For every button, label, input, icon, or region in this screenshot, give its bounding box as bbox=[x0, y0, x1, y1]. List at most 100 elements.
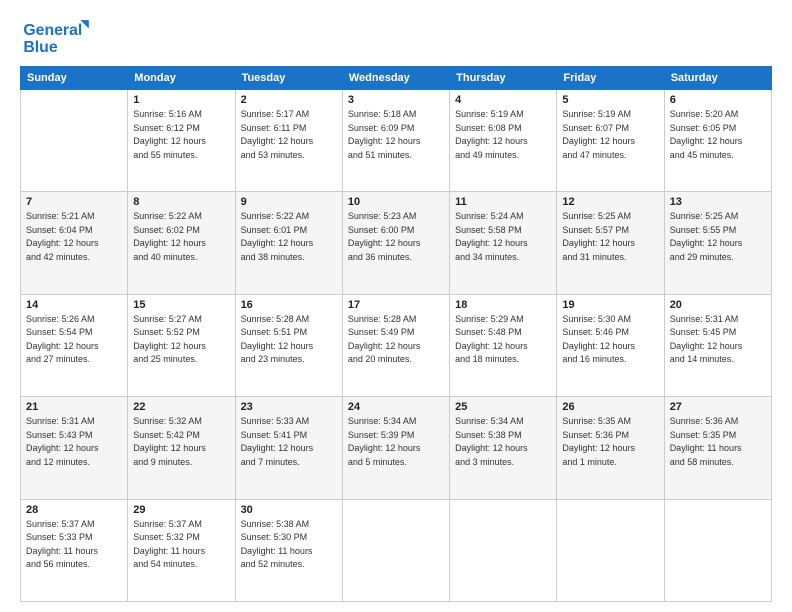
day-number: 9 bbox=[241, 196, 337, 208]
svg-text:General: General bbox=[23, 22, 82, 39]
day-number: 21 bbox=[26, 401, 122, 413]
day-info: Sunrise: 5:32 AM Sunset: 5:42 PM Dayligh… bbox=[133, 415, 229, 469]
day-info: Sunrise: 5:37 AM Sunset: 5:32 PM Dayligh… bbox=[133, 518, 229, 572]
calendar-cell: 30 Sunrise: 5:38 AM Sunset: 5:30 PM Dayli… bbox=[235, 499, 342, 601]
day-info: Sunrise: 5:20 AM Sunset: 6:05 PM Dayligh… bbox=[670, 108, 766, 162]
weekday-header-cell: Tuesday bbox=[235, 67, 342, 90]
day-number: 13 bbox=[670, 196, 766, 208]
day-info: Sunrise: 5:31 AM Sunset: 5:45 PM Dayligh… bbox=[670, 313, 766, 367]
weekday-header-row: SundayMondayTuesdayWednesdayThursdayFrid… bbox=[21, 67, 772, 90]
day-number: 25 bbox=[455, 401, 551, 413]
calendar-cell: 29 Sunrise: 5:37 AM Sunset: 5:32 PM Dayli… bbox=[128, 499, 235, 601]
calendar-cell: 12 Sunrise: 5:25 AM Sunset: 5:57 PM Dayli… bbox=[557, 192, 664, 294]
calendar-cell: 14Sunrise: 5:26 AM Sunset: 5:54 PM Dayli… bbox=[21, 294, 128, 396]
calendar-week-row: 21 Sunrise: 5:31 AM Sunset: 5:43 PM Dayli… bbox=[21, 397, 772, 499]
calendar-cell bbox=[557, 499, 664, 601]
day-info: Sunrise: 5:35 AM Sunset: 5:36 PM Dayligh… bbox=[562, 415, 658, 469]
day-info: Sunrise: 5:24 AM Sunset: 5:58 PM Dayligh… bbox=[455, 210, 551, 264]
calendar-cell: 17 Sunrise: 5:28 AM Sunset: 5:49 PM Dayli… bbox=[342, 294, 449, 396]
weekday-header-cell: Monday bbox=[128, 67, 235, 90]
day-info: Sunrise: 5:18 AM Sunset: 6:09 PM Dayligh… bbox=[348, 108, 444, 162]
day-info: Sunrise: 5:28 AM Sunset: 5:51 PM Dayligh… bbox=[241, 313, 337, 367]
day-info: Sunrise: 5:21 AM Sunset: 6:04 PM Dayligh… bbox=[26, 210, 122, 264]
calendar-cell: 11 Sunrise: 5:24 AM Sunset: 5:58 PM Dayli… bbox=[450, 192, 557, 294]
day-number: 7 bbox=[26, 196, 122, 208]
day-info: Sunrise: 5:25 AM Sunset: 5:55 PM Dayligh… bbox=[670, 210, 766, 264]
calendar-week-row: 7 Sunrise: 5:21 AM Sunset: 6:04 PM Daylig… bbox=[21, 192, 772, 294]
day-info: Sunrise: 5:25 AM Sunset: 5:57 PM Dayligh… bbox=[562, 210, 658, 264]
calendar-cell: 23 Sunrise: 5:33 AM Sunset: 5:41 PM Dayli… bbox=[235, 397, 342, 499]
day-info: Sunrise: 5:33 AM Sunset: 5:41 PM Dayligh… bbox=[241, 415, 337, 469]
weekday-header-cell: Saturday bbox=[664, 67, 771, 90]
day-number: 17 bbox=[348, 299, 444, 311]
calendar-cell: 16 Sunrise: 5:28 AM Sunset: 5:51 PM Dayli… bbox=[235, 294, 342, 396]
calendar-cell: 27 Sunrise: 5:36 AM Sunset: 5:35 PM Dayli… bbox=[664, 397, 771, 499]
calendar-cell: 5 Sunrise: 5:19 AM Sunset: 6:07 PM Daylig… bbox=[557, 90, 664, 192]
day-info: Sunrise: 5:16 AM Sunset: 6:12 PM Dayligh… bbox=[133, 108, 229, 162]
day-number: 1 bbox=[133, 94, 229, 106]
day-info: Sunrise: 5:38 AM Sunset: 5:30 PM Dayligh… bbox=[241, 518, 337, 572]
calendar-body: 1 Sunrise: 5:16 AM Sunset: 6:12 PM Daylig… bbox=[21, 90, 772, 602]
calendar-cell: 6 Sunrise: 5:20 AM Sunset: 6:05 PM Daylig… bbox=[664, 90, 771, 192]
day-info: Sunrise: 5:27 AM Sunset: 5:52 PM Dayligh… bbox=[133, 313, 229, 367]
calendar-cell: 20 Sunrise: 5:31 AM Sunset: 5:45 PM Dayli… bbox=[664, 294, 771, 396]
day-info: Sunrise: 5:19 AM Sunset: 6:08 PM Dayligh… bbox=[455, 108, 551, 162]
day-number: 16 bbox=[241, 299, 337, 311]
day-number: 2 bbox=[241, 94, 337, 106]
calendar-cell: 7 Sunrise: 5:21 AM Sunset: 6:04 PM Daylig… bbox=[21, 192, 128, 294]
weekday-header-cell: Thursday bbox=[450, 67, 557, 90]
weekday-header-cell: Wednesday bbox=[342, 67, 449, 90]
calendar-cell bbox=[664, 499, 771, 601]
calendar-table: SundayMondayTuesdayWednesdayThursdayFrid… bbox=[20, 66, 772, 602]
calendar-week-row: 1 Sunrise: 5:16 AM Sunset: 6:12 PM Daylig… bbox=[21, 90, 772, 192]
calendar-cell: 4Sunrise: 5:19 AM Sunset: 6:08 PM Daylig… bbox=[450, 90, 557, 192]
day-number: 6 bbox=[670, 94, 766, 106]
calendar-cell: 9Sunrise: 5:22 AM Sunset: 6:01 PM Daylig… bbox=[235, 192, 342, 294]
day-info: Sunrise: 5:36 AM Sunset: 5:35 PM Dayligh… bbox=[670, 415, 766, 469]
page: General Blue SundayMondayTuesdayWednesda… bbox=[0, 0, 792, 612]
calendar-cell: 1 Sunrise: 5:16 AM Sunset: 6:12 PM Daylig… bbox=[128, 90, 235, 192]
day-number: 11 bbox=[455, 196, 551, 208]
weekday-header-cell: Sunday bbox=[21, 67, 128, 90]
day-number: 22 bbox=[133, 401, 229, 413]
day-number: 18 bbox=[455, 299, 551, 311]
logo-svg: General Blue bbox=[20, 18, 90, 56]
day-number: 15 bbox=[133, 299, 229, 311]
day-number: 28 bbox=[26, 504, 122, 516]
day-number: 29 bbox=[133, 504, 229, 516]
weekday-header-cell: Friday bbox=[557, 67, 664, 90]
day-number: 12 bbox=[562, 196, 658, 208]
day-number: 23 bbox=[241, 401, 337, 413]
calendar-cell: 19Sunrise: 5:30 AM Sunset: 5:46 PM Dayli… bbox=[557, 294, 664, 396]
calendar-cell: 21 Sunrise: 5:31 AM Sunset: 5:43 PM Dayli… bbox=[21, 397, 128, 499]
calendar-cell: 24Sunrise: 5:34 AM Sunset: 5:39 PM Dayli… bbox=[342, 397, 449, 499]
day-number: 26 bbox=[562, 401, 658, 413]
day-info: Sunrise: 5:17 AM Sunset: 6:11 PM Dayligh… bbox=[241, 108, 337, 162]
day-number: 8 bbox=[133, 196, 229, 208]
day-number: 24 bbox=[348, 401, 444, 413]
day-number: 3 bbox=[348, 94, 444, 106]
calendar-cell bbox=[342, 499, 449, 601]
day-info: Sunrise: 5:31 AM Sunset: 5:43 PM Dayligh… bbox=[26, 415, 122, 469]
day-info: Sunrise: 5:37 AM Sunset: 5:33 PM Dayligh… bbox=[26, 518, 122, 572]
day-info: Sunrise: 5:29 AM Sunset: 5:48 PM Dayligh… bbox=[455, 313, 551, 367]
calendar-cell: 10Sunrise: 5:23 AM Sunset: 6:00 PM Dayli… bbox=[342, 192, 449, 294]
day-number: 19 bbox=[562, 299, 658, 311]
day-number: 27 bbox=[670, 401, 766, 413]
calendar-week-row: 14Sunrise: 5:26 AM Sunset: 5:54 PM Dayli… bbox=[21, 294, 772, 396]
calendar-cell: 8 Sunrise: 5:22 AM Sunset: 6:02 PM Daylig… bbox=[128, 192, 235, 294]
day-number: 20 bbox=[670, 299, 766, 311]
day-number: 14 bbox=[26, 299, 122, 311]
day-info: Sunrise: 5:28 AM Sunset: 5:49 PM Dayligh… bbox=[348, 313, 444, 367]
day-number: 5 bbox=[562, 94, 658, 106]
calendar-cell: 22 Sunrise: 5:32 AM Sunset: 5:42 PM Dayli… bbox=[128, 397, 235, 499]
calendar-cell bbox=[21, 90, 128, 192]
header: General Blue bbox=[20, 18, 772, 56]
day-info: Sunrise: 5:22 AM Sunset: 6:02 PM Dayligh… bbox=[133, 210, 229, 264]
day-info: Sunrise: 5:19 AM Sunset: 6:07 PM Dayligh… bbox=[562, 108, 658, 162]
calendar-cell: 2 Sunrise: 5:17 AM Sunset: 6:11 PM Daylig… bbox=[235, 90, 342, 192]
logo: General Blue bbox=[20, 18, 90, 56]
calendar-cell: 26 Sunrise: 5:35 AM Sunset: 5:36 PM Dayli… bbox=[557, 397, 664, 499]
calendar-week-row: 28 Sunrise: 5:37 AM Sunset: 5:33 PM Dayli… bbox=[21, 499, 772, 601]
day-number: 30 bbox=[241, 504, 337, 516]
